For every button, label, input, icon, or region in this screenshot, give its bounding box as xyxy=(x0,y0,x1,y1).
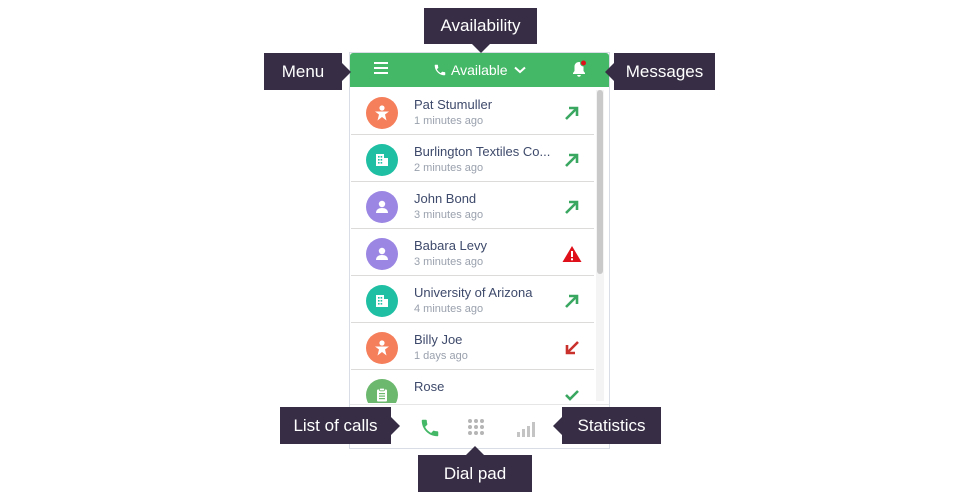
widget-header: Available xyxy=(350,53,609,87)
caller-name: Billy Joe xyxy=(414,332,463,347)
call-list-scrollbar[interactable] xyxy=(596,90,604,401)
call-row[interactable]: University of Arizona 4 minutes ago xyxy=(351,276,594,323)
notification-dot xyxy=(580,60,587,67)
phone-widget: Available Pat Stumuller 1 minutes ago Bu… xyxy=(349,52,610,449)
callout-messages: Messages xyxy=(605,53,715,90)
call-time: 1 minutes ago xyxy=(414,115,484,127)
callout-availability: Availability xyxy=(424,8,537,53)
user-icon xyxy=(366,238,398,270)
call-time: 2 minutes ago xyxy=(414,162,484,174)
call-row[interactable]: Babara Levy 3 minutes ago xyxy=(351,229,594,276)
bar-chart-icon[interactable] xyxy=(514,417,536,439)
call-list: Pat Stumuller 1 minutes ago Burlington T… xyxy=(351,88,594,403)
callout-statistics: Statistics xyxy=(553,407,661,444)
user-icon xyxy=(366,191,398,223)
availability-label: Available xyxy=(451,62,508,78)
person-badge-icon xyxy=(366,332,398,364)
scrollbar-thumb[interactable] xyxy=(597,90,603,274)
building-icon xyxy=(366,144,398,176)
call-row[interactable]: Pat Stumuller 1 minutes ago xyxy=(351,88,594,135)
check-icon xyxy=(565,390,579,401)
callout-dial-pad: Dial pad xyxy=(418,446,532,492)
caller-name: Rose xyxy=(414,379,445,394)
callout-menu: Menu xyxy=(264,53,351,90)
hamburger-menu-icon[interactable] xyxy=(374,62,388,76)
caller-name: Pat Stumuller xyxy=(414,97,493,112)
caller-name: John Bond xyxy=(414,191,477,206)
call-row[interactable]: Burlington Textiles Co... 2 minutes ago xyxy=(351,135,594,182)
bell-icon[interactable] xyxy=(571,60,587,78)
call-time: 3 minutes ago xyxy=(414,209,484,221)
outgoing-arrow-icon xyxy=(565,200,579,214)
call-row[interactable]: Billy Joe 1 days ago xyxy=(351,323,594,370)
caller-name: Burlington Textiles Co... xyxy=(414,144,551,159)
outgoing-arrow-icon xyxy=(565,153,579,167)
outgoing-arrow-icon xyxy=(565,106,579,120)
clipboard-icon xyxy=(366,379,398,403)
chevron-down-icon xyxy=(513,66,526,74)
building-icon xyxy=(366,285,398,317)
incoming-arrow-icon xyxy=(565,341,579,355)
call-time: 3 minutes ago xyxy=(414,256,484,268)
call-time: 4 minutes ago xyxy=(414,303,484,315)
person-badge-icon xyxy=(366,97,398,129)
callout-list-of-calls: List of calls xyxy=(280,407,400,444)
outgoing-arrow-icon xyxy=(565,294,579,308)
availability-dropdown[interactable]: Available xyxy=(433,60,526,80)
dialpad-icon[interactable] xyxy=(465,417,487,439)
call-time: 1 days ago xyxy=(414,350,468,362)
caller-name: Babara Levy xyxy=(414,238,487,253)
phone-icon[interactable] xyxy=(419,417,441,439)
call-row[interactable]: John Bond 3 minutes ago xyxy=(351,182,594,229)
call-row[interactable]: Rose xyxy=(351,370,594,403)
warning-icon xyxy=(562,246,582,262)
caller-name: University of Arizona xyxy=(414,285,533,300)
phone-icon xyxy=(434,64,446,76)
